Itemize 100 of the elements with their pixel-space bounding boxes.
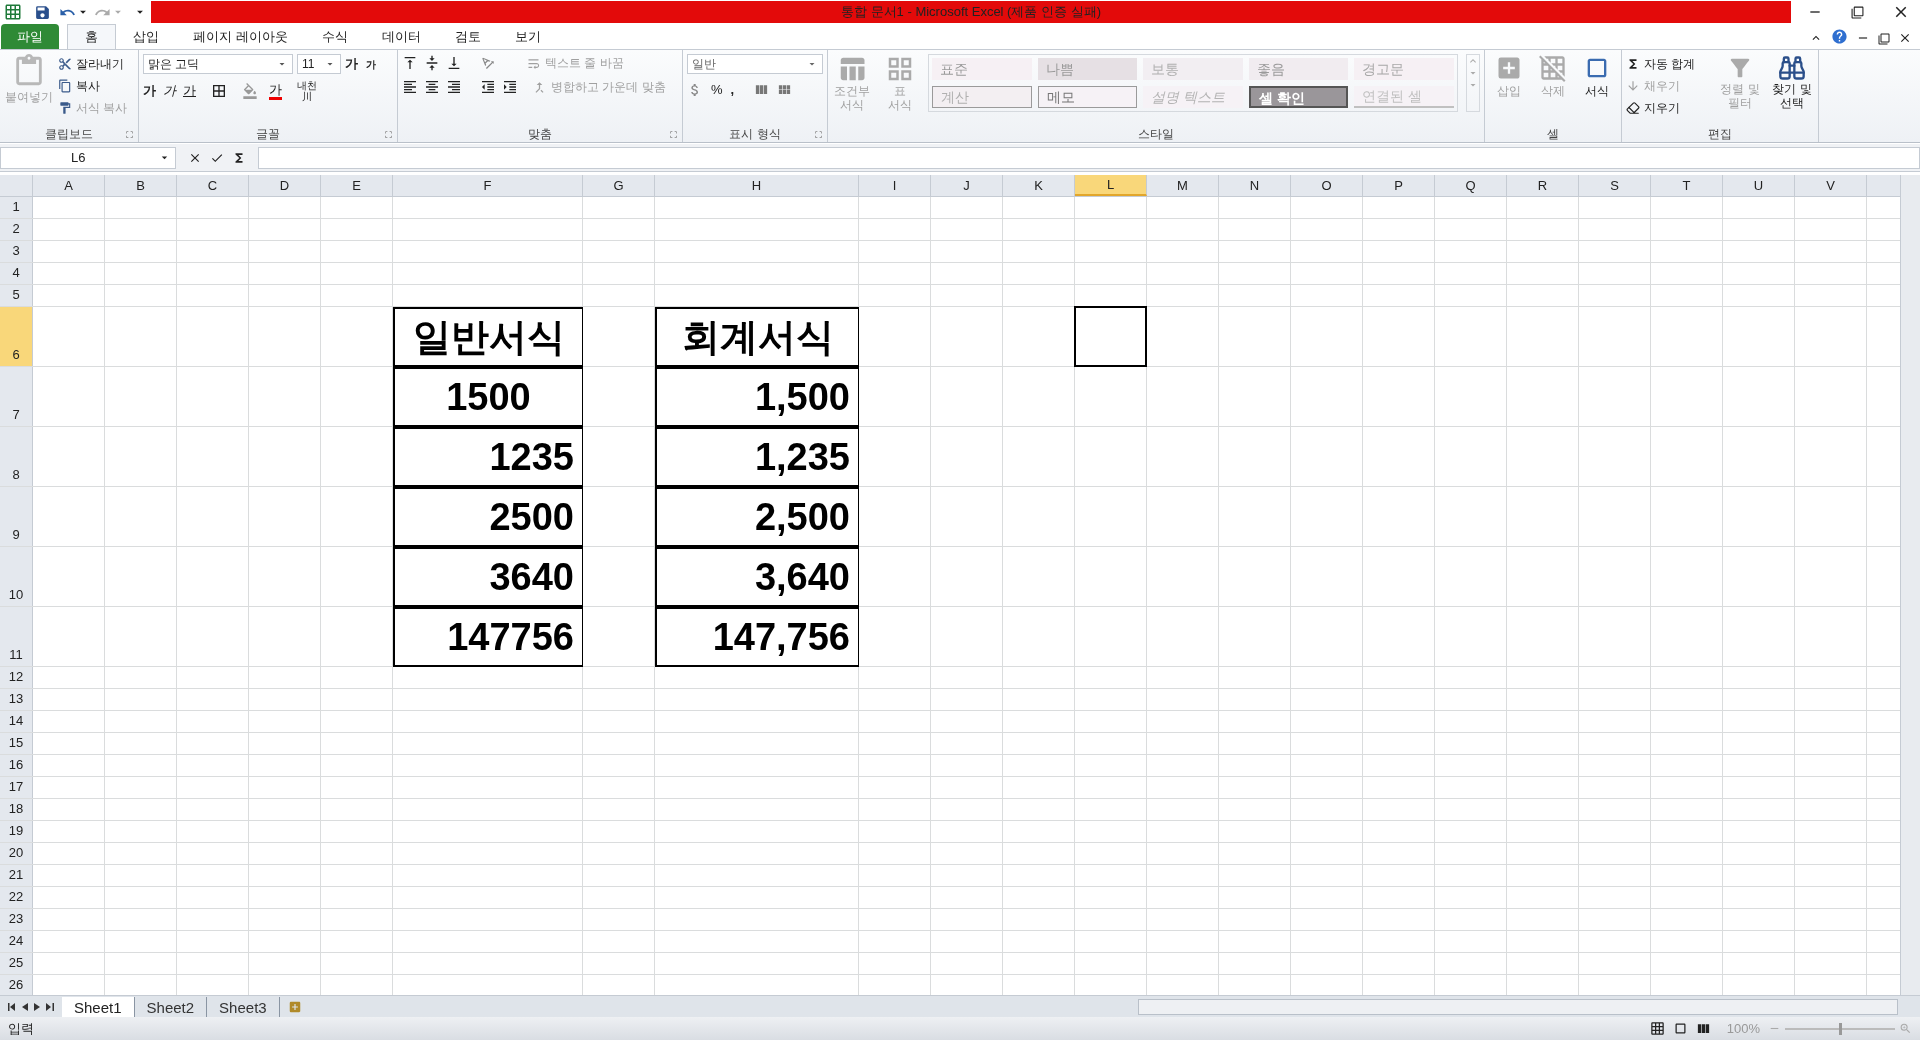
column-header[interactable]: S [1579,175,1651,196]
row-header[interactable]: 12 [0,667,33,688]
column-header[interactable]: C [177,175,249,196]
column-header[interactable]: V [1795,175,1867,196]
previous-sheet-icon[interactable] [22,1002,28,1011]
cell-style-item[interactable]: 메모 [1037,86,1138,108]
font-size-field[interactable]: 11 [297,54,341,74]
cut-button[interactable]: 잘라내기 [58,54,134,74]
cells-button[interactable]: 서식 [1581,54,1613,100]
ribbon-tab[interactable]: 검토 [437,24,498,49]
normal-view-icon[interactable] [1649,1021,1665,1036]
grow-font-button[interactable]: 가 [345,54,358,74]
horizontal-scrollbar[interactable] [1138,998,1898,1015]
row-header[interactable]: 4 [0,263,33,284]
row-header[interactable]: 18 [0,799,33,820]
name-box[interactable]: L6 [0,146,176,169]
close-icon[interactable] [1898,31,1912,45]
column-header[interactable]: N [1219,175,1291,196]
autosum-button[interactable]: 자동 합계 [1626,54,1710,74]
column-header[interactable]: T [1651,175,1723,196]
column-header[interactable]: I [859,175,931,196]
row-header[interactable]: 8 [0,427,33,486]
bold-button[interactable]: 가 [143,81,156,101]
restore-icon[interactable] [1851,5,1864,19]
vertical-scrollbar[interactable] [1900,175,1920,995]
column-header[interactable]: H [655,175,859,196]
row-header[interactable]: 10 [0,547,33,606]
shrink-font-button[interactable]: 가 [366,56,376,72]
insert-function-icon[interactable] [232,150,246,165]
row-header[interactable]: 22 [0,887,33,908]
file-tab[interactable]: 파일 [1,24,59,49]
column-header[interactable]: M [1147,175,1219,196]
help-icon[interactable] [1831,28,1848,45]
zoom-slider-thumb[interactable] [1839,1022,1842,1035]
percent-button[interactable]: % [711,80,723,100]
formula-field[interactable] [258,146,1920,169]
column-header[interactable]: Q [1435,175,1507,196]
column-header[interactable]: B [105,175,177,196]
align-left-icon[interactable] [402,79,418,95]
fill-color-icon[interactable] [242,83,258,99]
ribbon-tab[interactable]: 홈 [67,24,116,49]
row-header[interactable]: 7 [0,367,33,426]
align-center-icon[interactable] [424,79,440,95]
column-header[interactable]: G [583,175,655,196]
new-sheet-icon[interactable] [287,999,302,1014]
phonetic-button[interactable]: 내천 川 [297,80,317,102]
column-header[interactable]: D [249,175,321,196]
active-cell[interactable] [1074,306,1147,367]
row-header[interactable]: 14 [0,711,33,732]
row-header[interactable]: 23 [0,909,33,930]
column-header[interactable]: F [393,175,583,196]
align-top-icon[interactable] [402,55,418,71]
row-header[interactable]: 3 [0,241,33,262]
column-header[interactable]: E [321,175,393,196]
row-header[interactable]: 9 [0,487,33,546]
column-header[interactable]: P [1363,175,1435,196]
column-header[interactable]: A [33,175,105,196]
find-select-button[interactable]: 찾기 및 선택 [1770,54,1814,118]
row-header[interactable]: 6 [0,307,33,366]
underline-button[interactable]: 가 [183,81,196,101]
ribbon-tab[interactable]: 데이터 [364,24,438,49]
ribbon-tab[interactable]: 페이지 레이아웃 [176,24,305,49]
row-header[interactable]: 17 [0,777,33,798]
page-break-icon[interactable] [1695,1021,1711,1036]
column-header[interactable]: L [1075,175,1147,196]
copy-button[interactable]: 복사 [58,76,134,96]
ribbon-tab[interactable]: 삽입 [116,24,176,49]
column-header[interactable]: R [1507,175,1579,196]
ribbon-tab[interactable]: 수식 [304,24,365,49]
font-name-field[interactable]: 맑은 고딕 [143,54,293,74]
align-middle-icon[interactable] [424,55,440,71]
last-sheet-icon[interactable] [46,1002,54,1011]
row-header[interactable]: 21 [0,865,33,886]
increase-indent-icon[interactable] [502,79,518,95]
row-header[interactable]: 19 [0,821,33,842]
save-icon[interactable] [34,3,51,21]
next-sheet-icon[interactable] [34,1002,40,1011]
row-header[interactable]: 1 [0,197,33,218]
row-header[interactable]: 25 [0,953,33,974]
decrease-indent-icon[interactable] [480,79,496,95]
row-header[interactable]: 5 [0,285,33,306]
row-header[interactable]: 16 [0,755,33,776]
column-header[interactable]: U [1723,175,1795,196]
restore-icon[interactable] [1878,33,1890,45]
comma-button[interactable]: , [730,80,735,100]
column-header[interactable]: O [1291,175,1363,196]
sheet-tab[interactable]: Sheet1 [62,996,135,1017]
row-header[interactable]: 11 [0,607,33,666]
font-color-button[interactable]: 가 [269,82,282,100]
number-format-field[interactable]: 일반 [687,54,823,74]
row-header[interactable]: 24 [0,931,33,952]
row-header[interactable]: 26 [0,975,33,995]
first-sheet-icon[interactable] [8,1002,16,1011]
orientation-icon[interactable] [480,55,496,71]
row-header[interactable]: 15 [0,733,33,754]
column-header[interactable]: J [931,175,1003,196]
italic-button[interactable]: 가 [163,81,176,101]
align-bottom-icon[interactable] [446,55,462,71]
borders-icon[interactable] [211,83,227,99]
row-header[interactable]: 13 [0,689,33,710]
